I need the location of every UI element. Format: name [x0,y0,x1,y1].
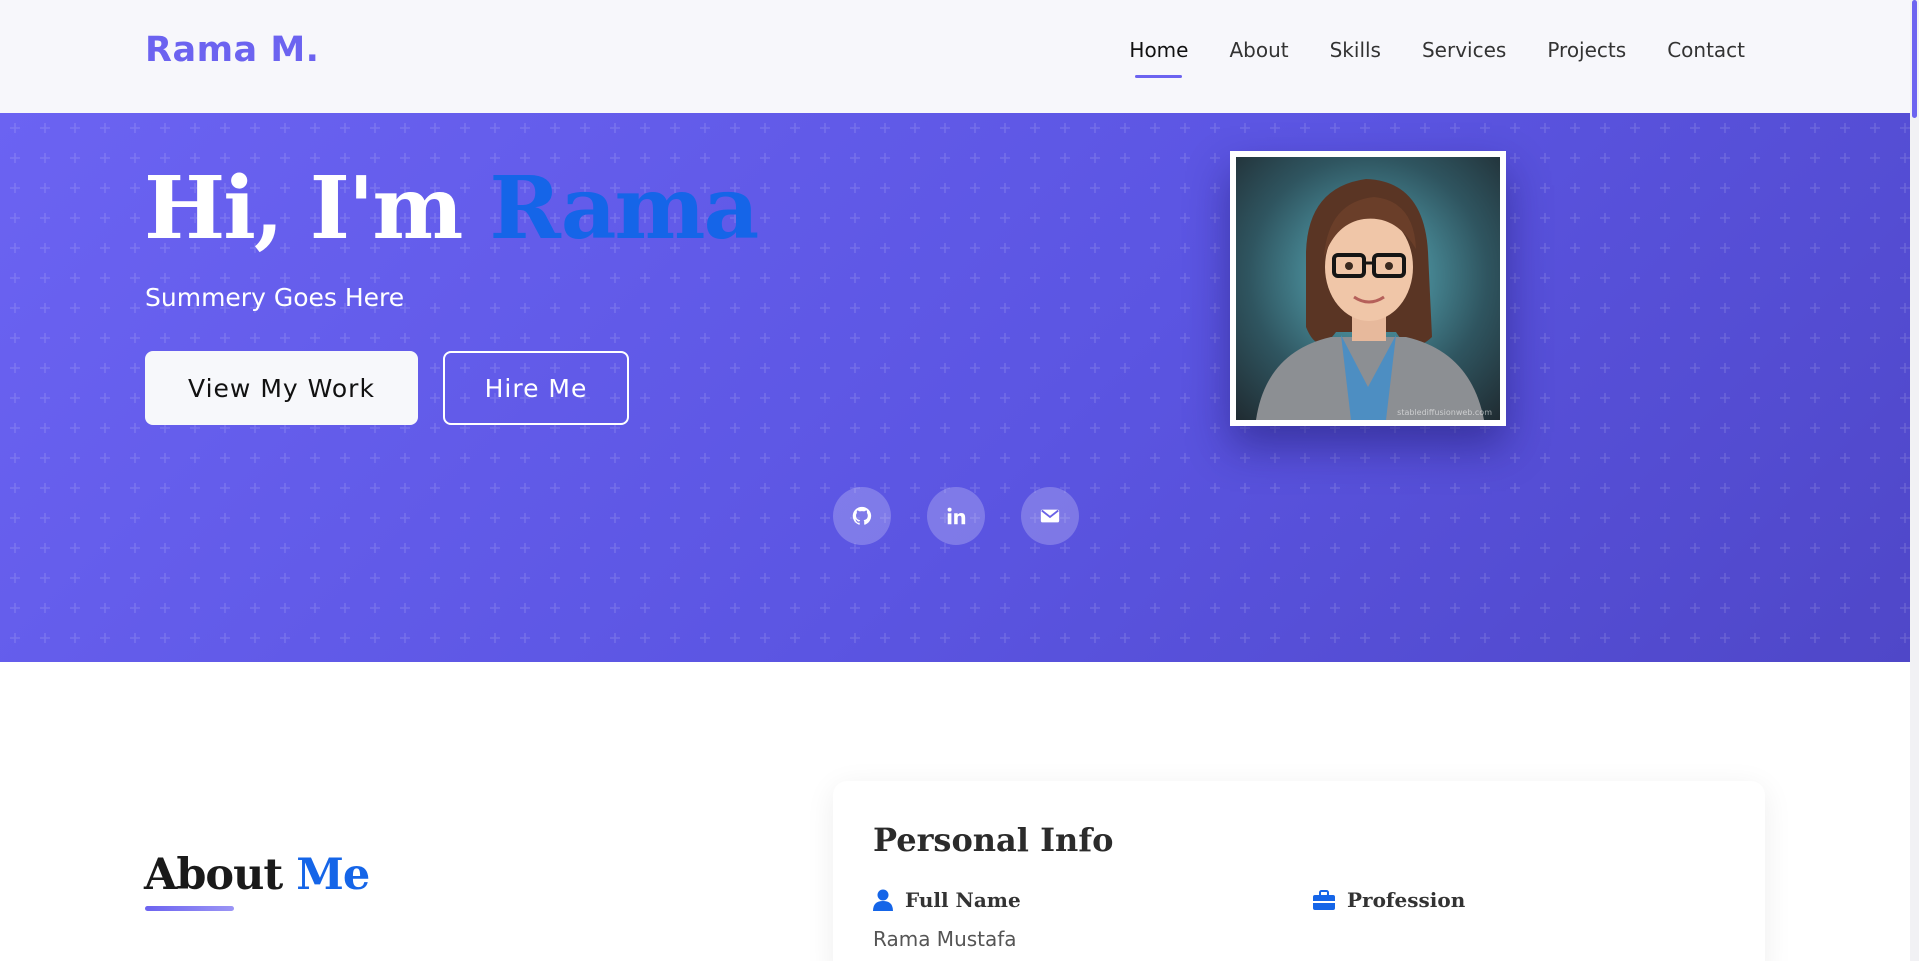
linkedin-link[interactable] [927,487,985,545]
github-icon [852,506,872,525]
hero-title: Hi, I'm Rama [144,158,759,259]
navbar: Rama M. Home About Skills Services Proje… [0,0,1910,113]
scrollbar-thumb[interactable] [1912,0,1917,118]
about-title: About Me [144,850,370,900]
full-name-value: Rama Mustafa [873,927,1017,951]
nav-item-services[interactable]: Services [1422,38,1506,62]
main-nav: Home About Skills Services Projects Cont… [1129,38,1745,78]
nav-item-contact[interactable]: Contact [1667,38,1745,62]
hire-me-button[interactable]: Hire Me [443,351,629,425]
user-icon [873,889,893,911]
full-name-label-text: Full Name [905,888,1021,912]
full-name-label: Full Name [873,888,1021,912]
view-my-work-button[interactable]: View My Work [145,351,418,425]
brand-logo[interactable]: Rama M. [145,30,319,70]
page-scrollbar[interactable] [1910,0,1919,961]
profile-portrait: stablediffusionweb.com [1230,151,1506,426]
portrait-watermark: stablediffusionweb.com [1397,408,1492,417]
email-link[interactable] [1021,487,1079,545]
hero-section: Hi, I'm Rama Summery Goes Here View My W… [0,113,1910,662]
nav-item-projects[interactable]: Projects [1547,38,1626,62]
briefcase-icon [1313,890,1335,910]
linkedin-icon [947,507,966,525]
hero-summary: Summery Goes Here [145,283,405,312]
about-title-accent: Me [296,850,370,900]
social-links [833,487,1079,545]
about-underline [145,906,234,911]
portrait-image: stablediffusionweb.com [1236,157,1500,420]
nav-item-about[interactable]: About [1229,38,1288,62]
nav-item-home[interactable]: Home [1129,38,1188,78]
github-link[interactable] [833,487,891,545]
hero-name: Rama [489,158,759,259]
nav-item-skills[interactable]: Skills [1330,38,1381,62]
envelope-icon [1040,509,1060,523]
about-title-main: About [144,850,283,900]
personal-info-card: Personal Info Full Name Rama Mustafa Pro… [833,781,1765,961]
personal-info-heading: Personal Info [873,821,1114,859]
hero-greeting: Hi, I'm [144,158,463,259]
profession-label: Profession [1313,888,1465,912]
profession-label-text: Profession [1347,888,1466,912]
